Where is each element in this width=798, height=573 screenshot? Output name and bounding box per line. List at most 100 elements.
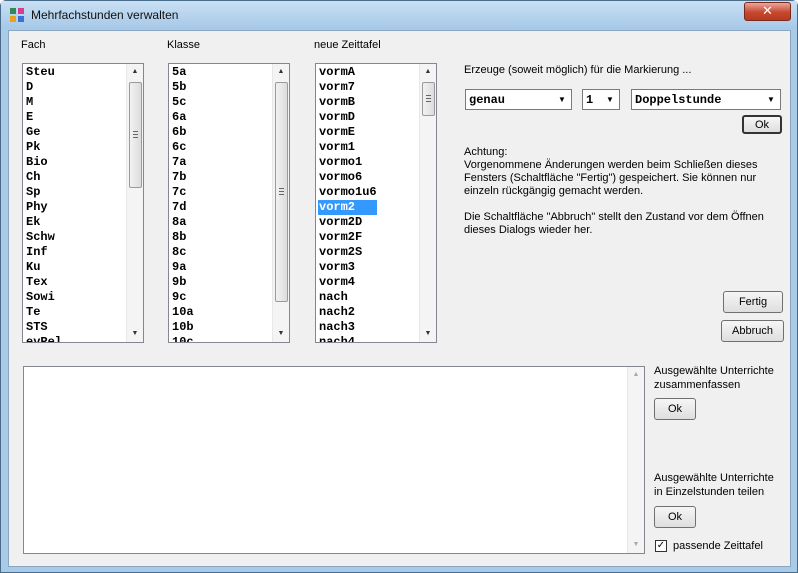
ok-generate-button[interactable]: Ok [742, 115, 782, 134]
scroll-thumb[interactable] [422, 82, 435, 116]
list-item[interactable]: vorm3 [318, 260, 377, 275]
fach-listbox[interactable]: Steu D M E Ge Pk Bio Ch Sp Phy Ek Schw Inf Ku Tex Sowi T… [22, 63, 144, 343]
zeittafel-listbox[interactable]: vormA vorm7 vormB vormD vormE vorm1 vormo1 vorm… [315, 63, 437, 343]
scroll-thumb[interactable] [275, 82, 288, 302]
scroll-up-arrow-icon[interactable]: ▲ [273, 64, 289, 80]
list-item[interactable]: 7a [171, 155, 194, 170]
list-item[interactable]: vormE [318, 125, 377, 140]
list-item[interactable]: 7d [171, 200, 194, 215]
list-item[interactable]: vorm2 [318, 200, 377, 215]
dialog-body: Fach Klasse neue Zeittafel Steu D M E Ge Pk Bi… [8, 30, 791, 567]
list-item[interactable]: vorm2F [318, 230, 377, 245]
list-item[interactable]: vorm1 [318, 140, 377, 155]
list-item[interactable]: nach3 [318, 320, 377, 335]
fertig-button[interactable]: Fertig [723, 291, 783, 313]
scroll-up-arrow-icon[interactable]: ▲ [127, 64, 143, 80]
list-item[interactable]: 9c [171, 290, 194, 305]
klasse-listbox[interactable]: 5a 5b 5c 6a 6b 6c 7a 7b 7c 7d 8a 8b 8c 9a 9b 9c 10a 10b 10… [168, 63, 290, 343]
list-item[interactable]: Pk [25, 140, 62, 155]
list-item[interactable]: 5b [171, 80, 194, 95]
dialog-window: Mehrfachstunden verwalten ✕ Fach Klasse … [0, 0, 798, 573]
klasse-scrollbar[interactable]: ▲ ▼ [272, 64, 289, 342]
list-item[interactable]: 5a [171, 65, 194, 80]
title-bar[interactable]: Mehrfachstunden verwalten ✕ [1, 1, 797, 29]
scroll-down-arrow-icon[interactable]: ▼ [628, 537, 644, 553]
list-item[interactable]: 9a [171, 260, 194, 275]
abbruch-button[interactable]: Abbruch [721, 320, 784, 342]
list-item[interactable]: 10c [171, 335, 194, 342]
scroll-up-arrow-icon[interactable]: ▲ [420, 64, 436, 80]
fach-scrollbar[interactable]: ▲ ▼ [126, 64, 143, 342]
ok-combine-button[interactable]: Ok [654, 398, 696, 420]
list-item[interactable]: Inf [25, 245, 62, 260]
zeittafel-label: neue Zeittafel [314, 39, 381, 51]
list-item[interactable]: Schw [25, 230, 62, 245]
ok-split-button[interactable]: Ok [654, 506, 696, 528]
list-item[interactable]: 10b [171, 320, 194, 335]
list-item[interactable]: Steu [25, 65, 62, 80]
list-item[interactable]: vorm7 [318, 80, 377, 95]
list-item[interactable]: 7b [171, 170, 194, 185]
chevron-down-icon[interactable]: ▼ [602, 91, 618, 108]
chevron-down-icon[interactable]: ▼ [763, 91, 779, 108]
list-item[interactable]: STS [25, 320, 62, 335]
list-item[interactable]: vormo1 [318, 155, 377, 170]
list-item[interactable]: M [25, 95, 62, 110]
list-item[interactable]: 8b [171, 230, 194, 245]
list-item[interactable]: vormo1u6 [318, 185, 377, 200]
list-item[interactable]: Sp [25, 185, 62, 200]
zeittafel-checkbox[interactable]: ✓ [655, 540, 667, 552]
list-item[interactable]: 8c [171, 245, 194, 260]
scroll-down-arrow-icon[interactable]: ▼ [273, 326, 289, 342]
info-text: Achtung: Vorgenommene Änderungen werden … [464, 146, 789, 237]
erzeuge-label: Erzeuge (soweit möglich) für die Markier… [464, 64, 692, 76]
list-item[interactable]: vorm4 [318, 275, 377, 290]
list-item[interactable]: vorm2S [318, 245, 377, 260]
info-paragraph-1: Vorgenommene Änderungen werden beim Schl… [464, 159, 758, 197]
list-item[interactable]: 7c [171, 185, 194, 200]
list-item[interactable]: Ch [25, 170, 62, 185]
list-item[interactable]: 6c [171, 140, 194, 155]
textarea-scrollbar[interactable]: ▲ ▼ [627, 367, 644, 553]
list-item[interactable]: 5c [171, 95, 194, 110]
list-item[interactable]: Ek [25, 215, 62, 230]
list-item[interactable]: 10a [171, 305, 194, 320]
list-item[interactable]: 9b [171, 275, 194, 290]
zeittafel-scrollbar[interactable]: ▲ ▼ [419, 64, 436, 342]
list-item[interactable]: nach2 [318, 305, 377, 320]
list-item[interactable]: nach [318, 290, 377, 305]
list-item[interactable]: evRel [25, 335, 62, 342]
type-select[interactable]: Doppelstunde ▼ [631, 89, 781, 110]
list-item[interactable]: Ge [25, 125, 62, 140]
list-item[interactable]: 6a [171, 110, 194, 125]
klasse-label: Klasse [167, 39, 201, 51]
list-item[interactable]: vormB [318, 95, 377, 110]
list-item[interactable]: 6b [171, 125, 194, 140]
list-item[interactable]: D [25, 80, 62, 95]
list-item[interactable]: vorm2D [318, 215, 377, 230]
fach-label: Fach [21, 39, 46, 51]
count-select[interactable]: 1 ▼ [582, 89, 620, 110]
list-item[interactable]: vormo6 [318, 170, 377, 185]
list-item[interactable]: Te [25, 305, 62, 320]
list-item[interactable]: E [25, 110, 62, 125]
mode-select[interactable]: genau ▼ [465, 89, 572, 110]
list-item[interactable]: nach4 [318, 335, 377, 342]
list-item[interactable]: Tex [25, 275, 62, 290]
list-item[interactable]: Sowi [25, 290, 62, 305]
info-heading: Achtung: [464, 146, 508, 158]
list-item[interactable]: vormA [318, 65, 377, 80]
list-item[interactable]: Ku [25, 260, 62, 275]
scroll-down-arrow-icon[interactable]: ▼ [127, 326, 143, 342]
close-button[interactable]: ✕ [744, 2, 791, 21]
scroll-down-arrow-icon[interactable]: ▼ [420, 326, 436, 342]
split-label-2: in Einzelstunden teilen [654, 486, 765, 498]
list-item[interactable]: Bio [25, 155, 62, 170]
chevron-down-icon[interactable]: ▼ [554, 91, 570, 108]
list-item[interactable]: Phy [25, 200, 62, 215]
list-item[interactable]: vormD [318, 110, 377, 125]
scroll-thumb[interactable] [129, 82, 142, 188]
list-item[interactable]: 8a [171, 215, 194, 230]
lessons-textarea[interactable]: ▲ ▼ [23, 366, 645, 554]
scroll-up-arrow-icon[interactable]: ▲ [628, 367, 644, 383]
